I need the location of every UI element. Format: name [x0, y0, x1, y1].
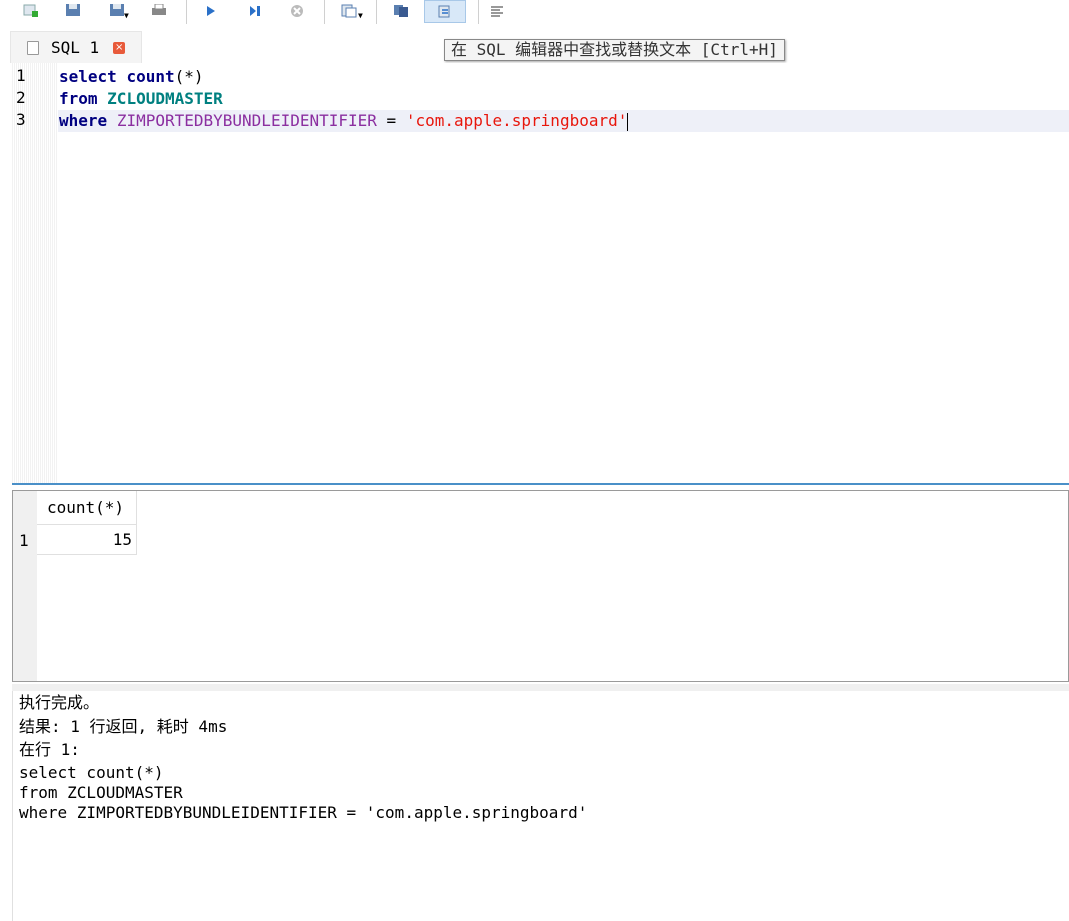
punctuation: (*): [174, 67, 204, 86]
table-name: ZCLOUDMASTER: [107, 89, 223, 108]
line-number: 1: [16, 66, 26, 85]
output-line: 在行 1:: [19, 740, 80, 759]
sql-editor[interactable]: 1 2 3 select count(*) from ZCLOUDMASTER …: [12, 63, 1069, 483]
output-line: where ZIMPORTEDBYBUNDLEIDENTIFIER = 'com…: [19, 803, 588, 822]
keyword: select: [59, 67, 117, 86]
line-number: 2: [16, 88, 26, 107]
code-line-current[interactable]: where ZIMPORTEDBYBUNDLEIDENTIFIER = 'com…: [58, 110, 1069, 132]
code-line[interactable]: from ZCLOUDMASTER: [58, 88, 1069, 110]
output-line: select count(*): [19, 763, 164, 782]
print-icon[interactable]: [148, 0, 170, 22]
find-replace-icon[interactable]: [424, 0, 466, 23]
code-area[interactable]: select count(*) from ZCLOUDMASTER where …: [58, 63, 1069, 483]
run-step-icon[interactable]: [244, 0, 266, 22]
close-icon[interactable]: ×: [113, 41, 126, 54]
operator: =: [376, 111, 406, 130]
text-align-icon[interactable]: [486, 0, 508, 22]
column-name: ZIMPORTEDBYBUNDLEIDENTIFIER: [116, 111, 377, 130]
keyword: from: [59, 89, 98, 108]
line-number: 3: [16, 110, 26, 129]
tab-sql-1[interactable]: SQL 1 ×: [10, 31, 142, 63]
output-line: 执行完成。: [19, 693, 100, 712]
copy-icon[interactable]: [390, 0, 412, 22]
document-icon: [27, 40, 39, 55]
row-header-column: [13, 491, 37, 681]
string-literal: 'com.apple.springboard': [405, 111, 628, 130]
output-splitter[interactable]: [12, 684, 1069, 691]
tooltip: 在 SQL 编辑器中查找或替换文本 [Ctrl+H]: [444, 39, 785, 61]
format-dropdown-caret-icon[interactable]: ▼: [358, 11, 363, 20]
format-icon[interactable]: [338, 0, 360, 22]
save-dropdown-caret-icon[interactable]: ▼: [124, 11, 129, 20]
output-line: 结果: 1 行返回, 耗时 4ms: [19, 717, 228, 736]
tab-label: SQL 1: [51, 38, 100, 57]
code-line[interactable]: select count(*): [58, 66, 1069, 88]
new-query-icon[interactable]: [20, 0, 42, 22]
text-cursor: [627, 112, 629, 131]
result-cell[interactable]: 15: [37, 525, 137, 555]
line-number-gutter: 1 2 3: [12, 63, 58, 483]
stop-icon[interactable]: [286, 0, 308, 22]
save-icon[interactable]: [62, 0, 84, 22]
column-header[interactable]: count(*): [37, 491, 137, 525]
run-icon[interactable]: [200, 0, 222, 22]
row-number[interactable]: 1: [19, 527, 29, 555]
toolbar: ▼ ▼: [0, 0, 1069, 28]
results-grid[interactable]: count(*) 1 15: [12, 490, 1069, 682]
keyword: where: [59, 111, 108, 130]
output-log[interactable]: 执行完成。 结果: 1 行返回, 耗时 4ms 在行 1: select cou…: [12, 691, 1069, 921]
function-name: count: [126, 67, 175, 86]
editor-results-splitter[interactable]: [12, 483, 1069, 485]
output-line: from ZCLOUDMASTER: [19, 783, 183, 802]
